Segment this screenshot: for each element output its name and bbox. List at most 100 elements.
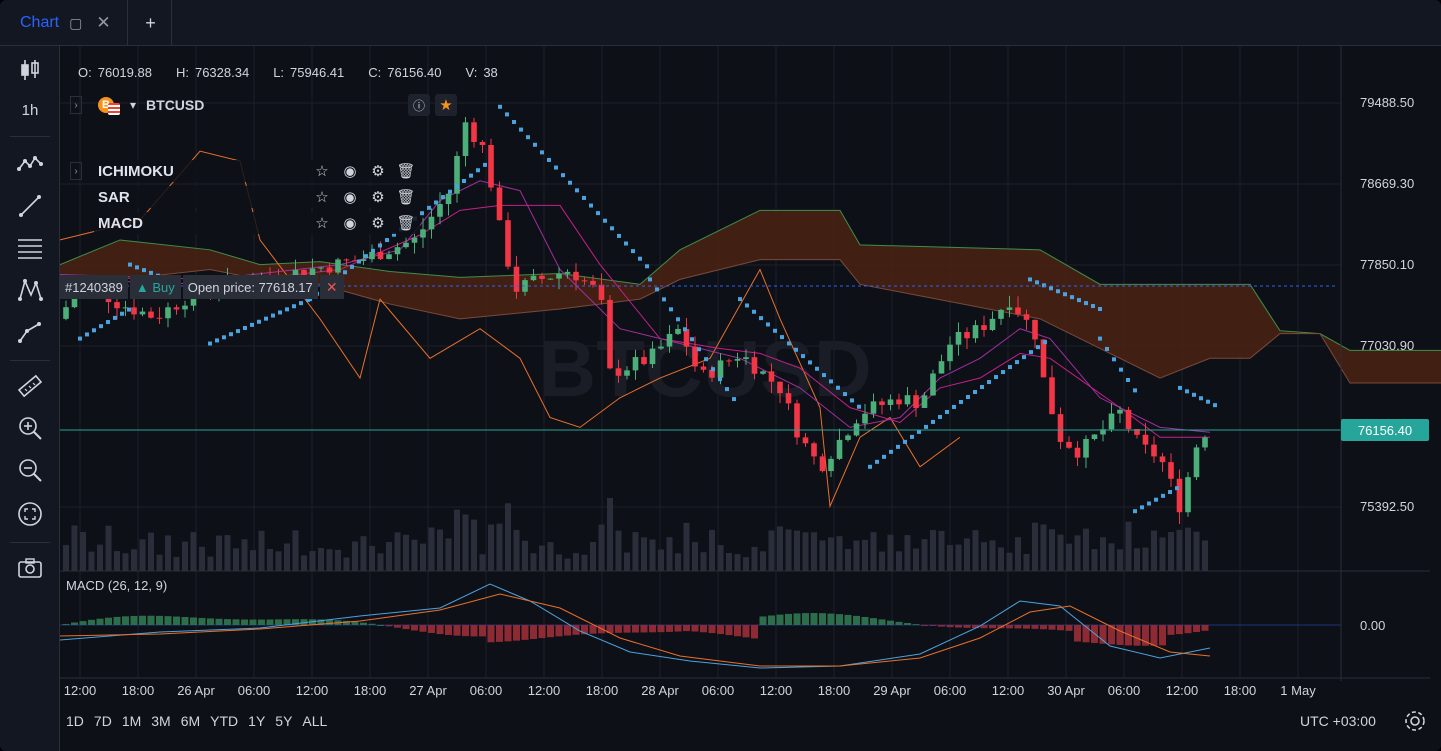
macd-histogram-bar: [96, 618, 104, 625]
info-icon[interactable]: ⓘ: [408, 94, 430, 116]
sar-dot: [738, 297, 742, 302]
trash-icon[interactable]: 🗑: [392, 214, 420, 232]
indicator-name[interactable]: MACD: [94, 212, 308, 234]
close-icon[interactable]: ✕: [96, 13, 110, 33]
chart-canvas[interactable]: BTCUSD: [60, 46, 1441, 751]
volume-bar: [1168, 532, 1174, 571]
sar-dot: [434, 200, 438, 205]
volume-bar: [105, 525, 112, 571]
candle-body: [1168, 462, 1174, 479]
gear-icon[interactable]: ⚙: [364, 188, 392, 206]
candle-body: [972, 325, 979, 339]
macd-histogram-bar: [776, 614, 784, 625]
volume-bar: [760, 551, 766, 571]
window-icon[interactable]: ▢: [69, 15, 82, 32]
symbol-name[interactable]: BTCUSD: [146, 97, 204, 113]
candlestick-icon[interactable]: [10, 52, 50, 88]
line-tool-icon[interactable]: [10, 188, 50, 224]
order-tag[interactable]: #1240389 ▲ Buy Open price: 77618.17 ✕: [60, 275, 344, 299]
collapse-toggle[interactable]: ›: [70, 96, 82, 114]
candle-body: [675, 328, 681, 334]
trash-icon[interactable]: 🗑: [392, 162, 420, 180]
macd-histogram-bar: [1031, 625, 1039, 629]
add-tab-button[interactable]: +: [130, 0, 172, 46]
timeframe-button[interactable]: 1h: [10, 92, 50, 128]
time-label: 26 Apr: [177, 683, 215, 698]
sar-dot: [850, 398, 854, 403]
volume-bar: [887, 534, 894, 571]
sar-dot: [278, 310, 282, 315]
candle-body: [411, 237, 418, 243]
sar-dot: [257, 319, 261, 324]
sar-dot: [483, 162, 487, 167]
candle-body: [1185, 477, 1191, 513]
volume-bar: [853, 540, 860, 571]
candle-body: [896, 399, 902, 405]
star-icon[interactable]: ★: [435, 94, 457, 116]
fit-screen-icon[interactable]: [10, 496, 50, 532]
zoom-in-icon[interactable]: [10, 410, 50, 446]
trash-icon[interactable]: 🗑: [392, 188, 420, 206]
candle-body: [420, 229, 426, 238]
close-order-icon[interactable]: ✕: [319, 275, 344, 299]
range-button-3m[interactable]: 3M: [151, 713, 170, 729]
path-icon[interactable]: [10, 314, 50, 350]
range-button-1m[interactable]: 1M: [122, 713, 141, 729]
eye-icon[interactable]: ◉: [336, 188, 364, 206]
macd-histogram-bar: [436, 625, 444, 635]
sar-dot: [1192, 392, 1196, 397]
candle-body: [428, 216, 435, 230]
ruler-icon[interactable]: [10, 368, 50, 404]
tab-chart[interactable]: Chart ▢ ✕: [0, 0, 128, 46]
chevron-down-icon[interactable]: ▾: [130, 98, 136, 112]
camera-icon[interactable]: [10, 550, 50, 586]
gear-icon[interactable]: ⚙: [364, 214, 392, 232]
sar-dot: [420, 211, 424, 216]
volume-bar: [318, 547, 324, 571]
eye-icon[interactable]: ◉: [336, 162, 364, 180]
pattern-icon[interactable]: [10, 272, 50, 308]
macd-histogram-bar: [555, 625, 563, 637]
range-button-6m[interactable]: 6M: [181, 713, 200, 729]
indicator-name[interactable]: ICHIMOKU: [94, 160, 308, 182]
range-button-5y[interactable]: 5Y: [275, 713, 292, 729]
volume-bar: [199, 546, 205, 571]
gear-icon[interactable]: ⚙: [364, 162, 392, 180]
gear-icon[interactable]: [1403, 709, 1427, 733]
star-outline-icon[interactable]: ☆: [308, 162, 336, 180]
volume-bar: [1193, 531, 1200, 571]
macd-histogram-bar: [530, 625, 537, 639]
candle-body: [683, 328, 690, 347]
time-label: 12:00: [1165, 683, 1199, 698]
range-button-1y[interactable]: 1Y: [248, 713, 265, 729]
range-button-ytd[interactable]: YTD: [210, 713, 238, 729]
candle-body: [1091, 434, 1098, 440]
collapse-toggle[interactable]: ›: [70, 162, 82, 180]
sar-dot: [462, 178, 466, 183]
star-outline-icon[interactable]: ☆: [308, 214, 336, 232]
sar-dot: [222, 335, 226, 340]
volume-bar: [624, 552, 630, 571]
sar-dot: [582, 195, 586, 200]
volume-bar: [539, 545, 545, 571]
zoom-out-icon[interactable]: [10, 452, 50, 488]
macd-histogram-bar: [640, 625, 648, 633]
candle-body: [1125, 409, 1132, 429]
sar-dot: [1178, 385, 1182, 390]
sar-dot: [1036, 345, 1040, 350]
timezone-label[interactable]: UTC +03:00: [1300, 713, 1376, 729]
eye-icon[interactable]: ◉: [336, 214, 364, 232]
volume-bar: [360, 536, 367, 571]
range-button-7d[interactable]: 7D: [94, 713, 112, 729]
star-outline-icon[interactable]: ☆: [308, 188, 336, 206]
horizontal-lines-icon[interactable]: [10, 230, 50, 266]
range-button-all[interactable]: ALL: [302, 713, 327, 729]
sar-dot: [371, 248, 375, 253]
sar-dot: [638, 256, 642, 261]
sar-dot: [236, 329, 240, 334]
candle-body: [658, 346, 664, 349]
trend-lines-icon[interactable]: [10, 146, 50, 182]
indicator-name[interactable]: SAR: [94, 186, 308, 208]
chart-area[interactable]: BTCUSD O: 76019.88 H: 76328.34 L: 75946.41 …: [60, 46, 1441, 751]
range-button-1d[interactable]: 1D: [66, 713, 84, 729]
